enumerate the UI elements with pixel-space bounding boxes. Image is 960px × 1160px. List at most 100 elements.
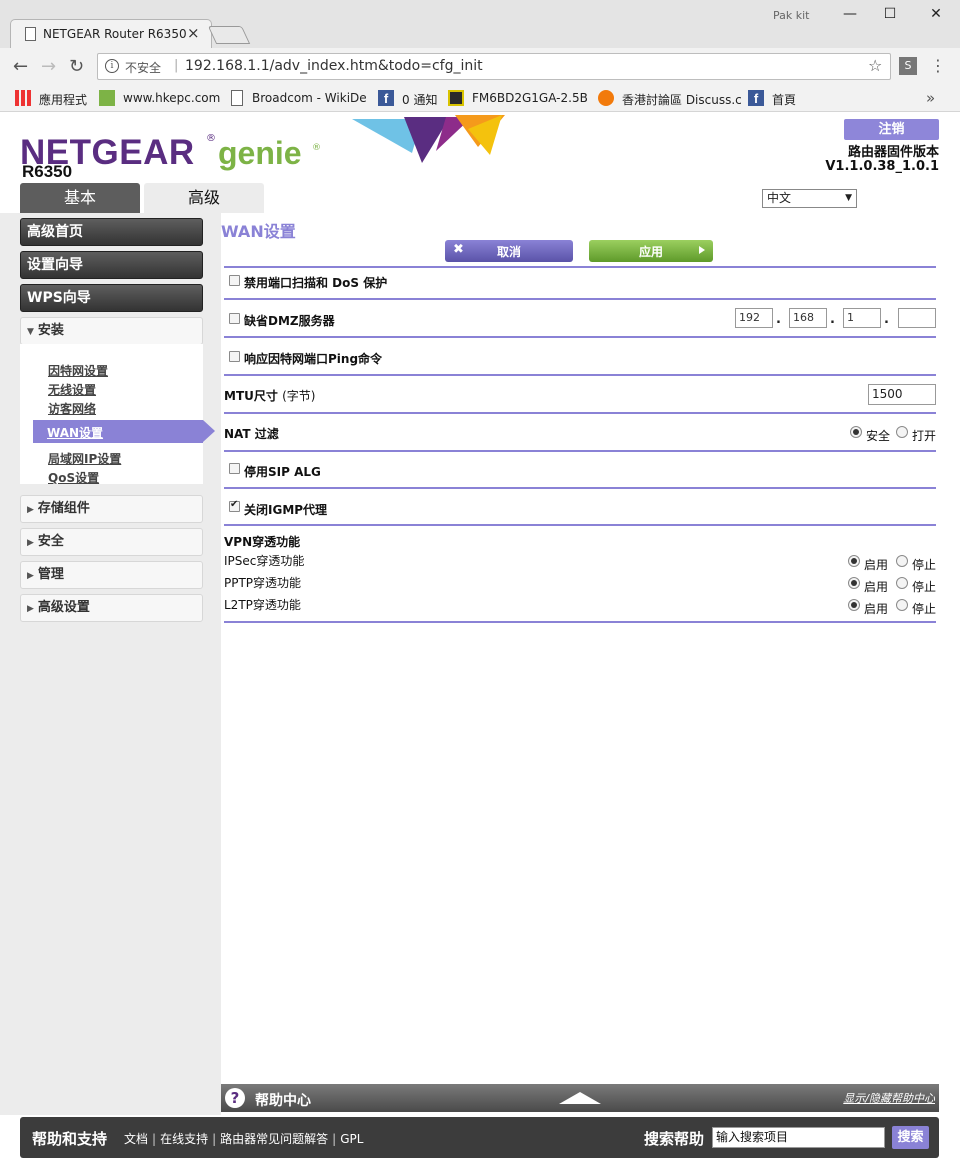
sidebar-item-wan-setup[interactable]: WAN设置 <box>33 420 215 443</box>
ping-response-checkbox[interactable] <box>229 351 240 362</box>
page-icon <box>25 27 36 41</box>
divider <box>224 298 936 300</box>
search-button[interactable]: 搜索 <box>892 1126 929 1149</box>
tab-basic[interactable]: 基本 <box>20 183 140 213</box>
caret-right-icon: ▶ <box>27 538 34 548</box>
sidebar-section-install[interactable]: ▼ 安装 <box>20 317 203 345</box>
security-label[interactable]: 不安全 <box>125 59 161 76</box>
sidebar-item-qos[interactable]: QoS设置 <box>48 469 99 486</box>
bookmarks-bar: 應用程式 www.hkepc.com Broadcom - WikiDe f 0… <box>0 86 960 112</box>
nat-secure-label: 安全 <box>866 429 891 443</box>
bookmark-fm6bd2g1ga[interactable]: FM6BD2G1GA-2.5B <box>472 91 588 105</box>
sip-alg-checkbox[interactable] <box>229 463 240 474</box>
close-window-icon[interactable]: ✕ <box>926 6 946 22</box>
address-separator: | <box>174 58 179 73</box>
cancel-button[interactable]: ✖ 取消 <box>445 240 573 262</box>
bookmark-apps[interactable]: 應用程式 <box>39 91 87 108</box>
maximize-icon[interactable]: ☐ <box>880 6 900 22</box>
sidebar-item-guest-network[interactable]: 访客网络 <box>48 400 96 417</box>
sidebar-item-wireless[interactable]: 无线设置 <box>48 381 96 398</box>
dmz-ip-octet-4[interactable] <box>898 308 936 328</box>
ip-dot: . <box>884 312 889 327</box>
sidebar-section-security[interactable]: ▶ 安全 <box>20 528 203 556</box>
url-text[interactable]: 192.168.1.1/adv_index.htm&todo=cfg_init <box>185 58 483 74</box>
footer-link-gpl[interactable]: GPL <box>340 1132 363 1146</box>
bookmark-star-icon[interactable]: ☆ <box>868 56 882 75</box>
address-bar[interactable]: i 不安全 | 192.168.1.1/adv_index.htm&todo=c… <box>97 53 891 80</box>
forward-icon[interactable]: → <box>41 56 56 77</box>
divider <box>224 336 936 338</box>
separator: | <box>212 1132 217 1146</box>
divider <box>224 524 936 526</box>
dmz-ip-octet-2[interactable]: 168 <box>789 308 827 328</box>
help-toggle-link[interactable]: 显示/隐藏帮助中心 <box>843 1090 935 1106</box>
language-select[interactable]: 中文 ▼ <box>762 189 857 208</box>
minimize-icon[interactable]: — <box>840 6 860 22</box>
bookmark-notifications[interactable]: 0 通知 <box>402 91 437 108</box>
sidebar-setup-wizard[interactable]: 设置向导 <box>20 251 203 279</box>
mtu-label: MTU尺寸 (字节) <box>224 387 315 404</box>
l2tp-enable-radio[interactable] <box>848 599 860 611</box>
back-icon[interactable]: ← <box>13 56 28 77</box>
help-icon: ? <box>225 1088 245 1108</box>
new-tab-button[interactable] <box>207 26 251 44</box>
caret-right-icon: ▶ <box>27 604 34 614</box>
more-bookmarks-icon[interactable]: » <box>926 89 935 107</box>
igmp-proxy-label: 关闭IGMP代理 <box>244 503 328 517</box>
sidebar-item-lan-ip[interactable]: 局域网IP设置 <box>48 450 121 467</box>
close-tab-icon[interactable]: × <box>187 24 200 42</box>
dos-protection-checkbox[interactable] <box>229 275 240 286</box>
pptp-enable-radio[interactable] <box>848 577 860 589</box>
divider <box>224 412 936 414</box>
nat-open-radio[interactable] <box>896 426 908 438</box>
sidebar-advanced-home[interactable]: 高级首页 <box>20 218 203 246</box>
sip-alg-label: 停用SIP ALG <box>244 465 321 479</box>
reload-icon[interactable]: ↻ <box>69 56 84 77</box>
info-icon[interactable]: i <box>105 59 119 73</box>
l2tp-label: L2TP穿透功能 <box>224 598 301 612</box>
apply-button[interactable]: 应用 <box>589 240 713 262</box>
bookmark-hkepc[interactable]: www.hkepc.com <box>123 91 220 105</box>
extension-icon[interactable]: S <box>899 57 917 75</box>
sidebar-section-admin[interactable]: ▶ 管理 <box>20 561 203 589</box>
sidebar-wps-wizard[interactable]: WPS向导 <box>20 284 203 312</box>
cancel-label: 取消 <box>496 245 521 259</box>
sidebar-section-advanced-settings[interactable]: ▶ 高级设置 <box>20 594 203 622</box>
help-search-input[interactable]: 输入搜索项目 <box>712 1127 885 1148</box>
ipsec-disable-radio[interactable] <box>896 555 908 567</box>
footer-link-docs[interactable]: 文档 <box>124 1132 148 1146</box>
fm-icon <box>448 90 464 106</box>
l2tp-disable-label: 停止 <box>912 602 937 616</box>
l2tp-disable-radio[interactable] <box>896 599 908 611</box>
ipsec-enable-radio[interactable] <box>848 555 860 567</box>
router-model: R6350 <box>22 162 73 181</box>
browser-tab[interactable]: NETGEAR Router R6350 × <box>10 19 212 48</box>
tab-advanced[interactable]: 高级 <box>144 183 264 213</box>
pptp-disable-radio[interactable] <box>896 577 908 589</box>
bookmark-homepage[interactable]: 首頁 <box>772 91 796 108</box>
sidebar-section-storage[interactable]: ▶ 存储组件 <box>20 495 203 523</box>
nat-filter-label: NAT 过滤 <box>224 427 279 441</box>
dmz-ip-octet-3[interactable]: 1 <box>843 308 881 328</box>
dmz-ip-octet-1[interactable]: 192 <box>735 308 773 328</box>
mtu-input[interactable]: 1500 <box>868 384 936 405</box>
footer-link-faq[interactable]: 路由器常见问题解答 <box>220 1132 328 1146</box>
bookmark-discuss[interactable]: 香港討論區 Discuss.c <box>622 91 742 108</box>
section-label: 安装 <box>37 323 64 338</box>
divider <box>224 374 936 376</box>
ipsec-enable-label: 启用 <box>864 558 889 572</box>
sidebar-item-internet[interactable]: 因特网设置 <box>48 362 108 379</box>
search-help-title: 搜索帮助 <box>644 1130 705 1148</box>
help-center-bar[interactable]: ? 帮助中心 显示/隐藏帮助中心 <box>221 1084 939 1112</box>
bookmark-broadcom[interactable]: Broadcom - WikiDe <box>252 91 367 105</box>
chrome-menu-icon[interactable]: ⋮ <box>930 56 946 75</box>
footer-link-online-support[interactable]: 在线支持 <box>160 1132 208 1146</box>
profile-name[interactable]: Pak kit <box>773 9 810 22</box>
browser-titlebar: NETGEAR Router R6350 × Pak kit — ☐ ✕ <box>0 0 960 48</box>
nat-secure-radio[interactable] <box>850 426 862 438</box>
logout-button[interactable]: 注销 <box>844 119 939 140</box>
igmp-proxy-checkbox[interactable] <box>229 499 240 512</box>
dmz-server-checkbox[interactable] <box>229 313 240 324</box>
nat-open-label: 打开 <box>912 429 937 443</box>
expand-up-icon[interactable] <box>559 1092 601 1104</box>
